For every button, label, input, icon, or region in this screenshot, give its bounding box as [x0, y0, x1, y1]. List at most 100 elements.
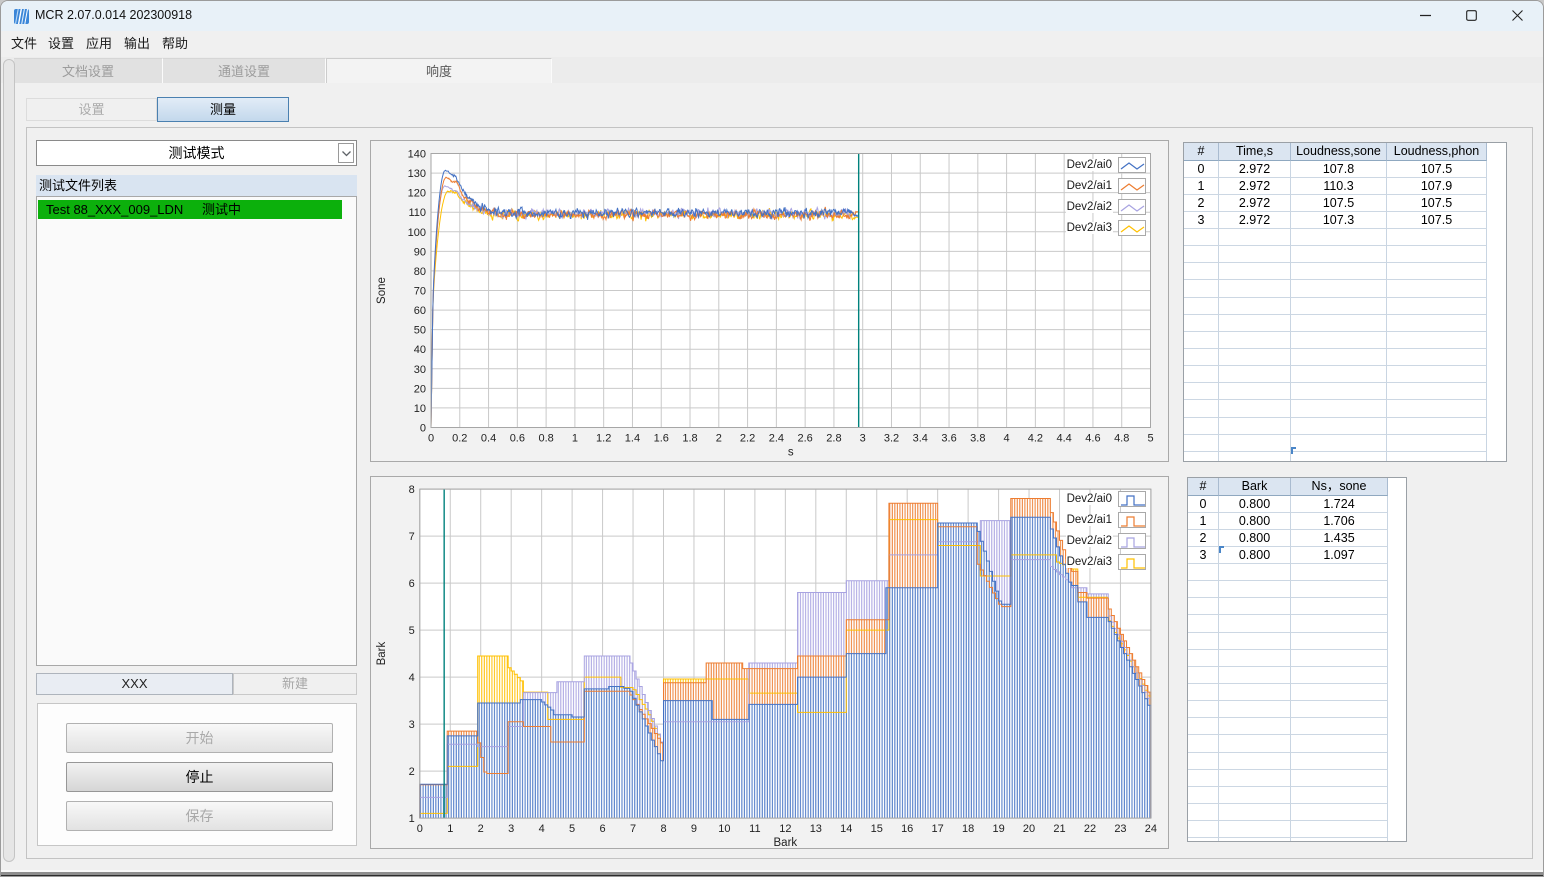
- table-cell[interactable]: [1219, 366, 1291, 384]
- tab-document-settings[interactable]: 文档设置: [14, 58, 163, 83]
- table-cell[interactable]: [1291, 752, 1388, 770]
- table-cell[interactable]: [1291, 417, 1387, 435]
- table-cell[interactable]: [1291, 229, 1387, 247]
- table-cell[interactable]: [1184, 229, 1219, 247]
- table-cell[interactable]: [1219, 331, 1291, 350]
- table-cell[interactable]: [1291, 598, 1388, 616]
- table-cell[interactable]: 3: [1184, 211, 1219, 230]
- table-cell[interactable]: [1387, 383, 1487, 401]
- table-cell[interactable]: [1291, 400, 1387, 418]
- table-cell[interactable]: [1291, 581, 1388, 599]
- table-cell[interactable]: 1.724: [1291, 495, 1388, 513]
- table-cell[interactable]: [1188, 649, 1219, 667]
- table-cell[interactable]: 1: [1184, 177, 1219, 195]
- new-button[interactable]: 新建: [233, 673, 357, 695]
- table-cell[interactable]: [1188, 804, 1219, 822]
- measure-view-button[interactable]: 测量: [157, 97, 289, 122]
- table-cell[interactable]: [1219, 263, 1291, 281]
- table-cell[interactable]: [1184, 280, 1219, 298]
- table-cell[interactable]: [1219, 804, 1291, 822]
- table-cell[interactable]: [1291, 615, 1388, 633]
- table-cell[interactable]: [1188, 821, 1219, 839]
- table-cell[interactable]: [1291, 451, 1387, 461]
- table-cell[interactable]: [1291, 280, 1387, 298]
- table-cell[interactable]: [1219, 400, 1291, 418]
- table-cell[interactable]: [1291, 366, 1387, 384]
- table-cell[interactable]: [1291, 263, 1387, 281]
- table-cell[interactable]: [1387, 314, 1487, 332]
- table-cell[interactable]: [1219, 297, 1291, 315]
- table-cell[interactable]: [1291, 786, 1388, 805]
- table-cell[interactable]: [1188, 735, 1219, 753]
- table-cell[interactable]: 0.800: [1219, 529, 1291, 547]
- table-cell[interactable]: [1184, 451, 1219, 461]
- table-cell[interactable]: [1291, 684, 1388, 702]
- table-cell[interactable]: [1184, 417, 1219, 435]
- file-list-item[interactable]: Test 88_XXX_009_LDN 测试中: [38, 200, 342, 219]
- table-cell[interactable]: [1188, 598, 1219, 616]
- table-cell[interactable]: [1219, 666, 1291, 685]
- tab-channel-settings[interactable]: 通道设置: [163, 58, 326, 83]
- table-cell[interactable]: [1291, 804, 1388, 822]
- table-cell[interactable]: 2.972: [1219, 211, 1291, 230]
- table-cell[interactable]: [1291, 821, 1388, 839]
- table-cell[interactable]: 0: [1188, 495, 1219, 513]
- table-cell[interactable]: [1387, 297, 1487, 315]
- menu-apply[interactable]: 应用: [84, 31, 114, 57]
- table-cell[interactable]: [1219, 451, 1291, 461]
- table-cell[interactable]: [1219, 417, 1291, 435]
- table-cell[interactable]: 107.8: [1291, 160, 1387, 178]
- table-cell[interactable]: [1387, 246, 1487, 264]
- table-cell[interactable]: 2.972: [1219, 177, 1291, 195]
- table-cell[interactable]: [1184, 297, 1219, 315]
- table-cell[interactable]: 107.5: [1387, 160, 1487, 178]
- table-cell[interactable]: 3: [1188, 546, 1219, 565]
- tab-loudness[interactable]: 响度: [326, 58, 552, 83]
- table-cell[interactable]: [1188, 684, 1219, 702]
- table-cell[interactable]: [1184, 366, 1219, 384]
- table-cell[interactable]: 0.800: [1219, 495, 1291, 513]
- table-cell[interactable]: 1.097: [1291, 546, 1388, 565]
- table-cell[interactable]: [1387, 280, 1487, 298]
- menu-help[interactable]: 帮助: [160, 31, 190, 57]
- table-cell[interactable]: [1184, 314, 1219, 332]
- table-cell[interactable]: [1219, 769, 1291, 787]
- table-cell[interactable]: 0.800: [1219, 546, 1291, 565]
- table-cell[interactable]: 1.706: [1291, 512, 1388, 530]
- table-cell[interactable]: [1188, 581, 1219, 599]
- table-cell[interactable]: [1184, 434, 1219, 452]
- table-cell[interactable]: [1387, 434, 1487, 452]
- table-cell[interactable]: [1291, 434, 1387, 452]
- table-cell[interactable]: 1.435: [1291, 529, 1388, 547]
- table-cell[interactable]: [1291, 769, 1388, 787]
- table-cell[interactable]: 1: [1188, 512, 1219, 530]
- table-cell[interactable]: [1219, 649, 1291, 667]
- table-cell[interactable]: [1184, 383, 1219, 401]
- table-cell[interactable]: [1219, 838, 1291, 841]
- table-cell[interactable]: [1291, 314, 1387, 332]
- table-cell[interactable]: [1291, 666, 1388, 685]
- table-cell[interactable]: 0: [1184, 160, 1219, 178]
- table-cell[interactable]: [1188, 769, 1219, 787]
- table-cell[interactable]: [1387, 451, 1487, 461]
- save-button[interactable]: 保存: [66, 801, 333, 831]
- table-cell[interactable]: [1387, 349, 1487, 367]
- table-cell[interactable]: [1188, 786, 1219, 805]
- table-cell[interactable]: [1291, 838, 1388, 841]
- test-file-list[interactable]: Test 88_XXX_009_LDN 测试中: [36, 196, 357, 666]
- table-cell[interactable]: 107.5: [1387, 194, 1487, 212]
- table-cell[interactable]: [1219, 615, 1291, 633]
- table-cell[interactable]: 110.3: [1291, 177, 1387, 195]
- table-cell[interactable]: [1184, 263, 1219, 281]
- table-cell[interactable]: [1184, 331, 1219, 350]
- table-cell[interactable]: [1219, 684, 1291, 702]
- menu-settings[interactable]: 设置: [46, 31, 76, 57]
- table-cell[interactable]: [1219, 821, 1291, 839]
- table-cell[interactable]: [1291, 297, 1387, 315]
- table-cell[interactable]: [1291, 701, 1388, 719]
- table-cell[interactable]: [1387, 417, 1487, 435]
- table-cell[interactable]: [1219, 434, 1291, 452]
- xxx-button[interactable]: XXX: [36, 673, 233, 695]
- table-cell[interactable]: 107.5: [1291, 194, 1387, 212]
- table-cell[interactable]: [1219, 735, 1291, 753]
